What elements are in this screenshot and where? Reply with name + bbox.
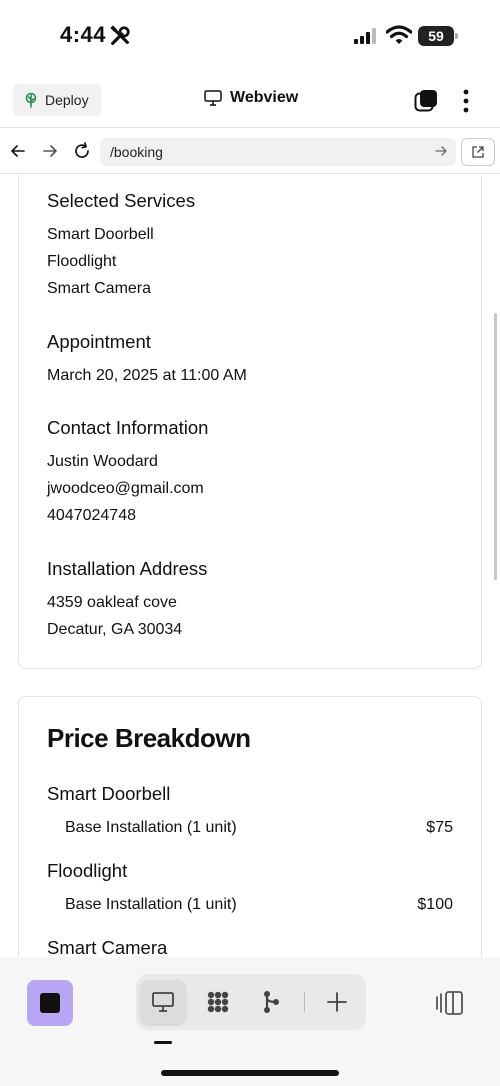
forward-arrow-icon[interactable]	[40, 141, 60, 161]
bottom-toolbar	[0, 957, 500, 1086]
view-switcher	[136, 974, 366, 1030]
address-heading: Installation Address	[47, 558, 208, 579]
signal-icon	[354, 28, 376, 44]
webview-tab-button[interactable]	[140, 980, 186, 1024]
price-item-price: $75	[426, 819, 453, 836]
open-external-icon	[472, 146, 484, 158]
price-item-line: Base Installation (1 unit)	[65, 896, 237, 913]
tabs-icon[interactable]	[414, 89, 438, 113]
contact-name: Justin Woodard	[47, 453, 158, 470]
appointment-value: March 20, 2025 at 11:00 AM	[47, 367, 247, 384]
price-item-price: $100	[417, 896, 453, 913]
monitor-icon	[204, 90, 222, 106]
deploy-label: Deploy	[45, 92, 89, 108]
booking-summary-card: Selected Services Smart Doorbell Floodli…	[18, 175, 482, 669]
panel-toggle-icon[interactable]	[435, 990, 465, 1016]
battery-icon: 59	[418, 26, 458, 46]
price-breakdown-card: Price Breakdown Smart Doorbell Base Inst…	[18, 696, 482, 957]
address-line1: 4359 oakleaf cove	[47, 594, 177, 611]
back-arrow-icon[interactable]	[8, 141, 28, 161]
branch-icon	[264, 991, 279, 1013]
app-header: Deploy Webview	[0, 72, 500, 128]
toolbar-divider	[304, 992, 305, 1012]
stop-button[interactable]	[27, 980, 73, 1026]
contact-heading: Contact Information	[47, 417, 209, 438]
tools-icon	[110, 25, 130, 45]
price-item-name: Smart Camera	[47, 937, 168, 957]
url-input[interactable]: /booking	[100, 138, 456, 166]
url-bar: /booking	[0, 129, 500, 174]
home-indicator[interactable]	[161, 1070, 339, 1076]
more-vertical-icon[interactable]	[456, 88, 476, 114]
address-line2: Decatur, GA 30034	[47, 621, 183, 638]
deploy-tree-icon	[25, 92, 37, 108]
list-item: Smart Camera	[47, 280, 152, 297]
stop-icon	[40, 993, 60, 1013]
git-branch-button[interactable]	[249, 980, 295, 1024]
selected-services-heading: Selected Services	[47, 190, 196, 211]
price-item-name: Floodlight	[47, 860, 128, 881]
list-item: Floodlight	[47, 253, 117, 270]
deploy-button[interactable]: Deploy	[13, 84, 101, 116]
price-item-name: Smart Doorbell	[47, 783, 171, 804]
appointment-heading: Appointment	[47, 331, 151, 352]
active-tab-indicator	[154, 1041, 172, 1044]
open-external-button[interactable]	[461, 138, 495, 166]
add-tab-button[interactable]	[314, 980, 360, 1024]
list-item: Smart Doorbell	[47, 226, 154, 243]
apps-grid-button[interactable]	[195, 980, 241, 1024]
page-title-text: Webview	[230, 89, 299, 106]
contact-phone: 4047024748	[47, 507, 136, 524]
reload-icon[interactable]	[72, 141, 92, 161]
monitor-icon	[152, 992, 174, 1012]
status-bar: 4:44 59	[0, 0, 500, 72]
go-arrow-icon[interactable]	[434, 144, 448, 158]
webview-content[interactable]: Selected Services Smart Doorbell Floodli…	[0, 175, 500, 957]
status-time: 4:44	[60, 22, 107, 47]
plus-icon	[327, 992, 347, 1012]
scrollbar[interactable]	[494, 313, 497, 580]
wifi-icon	[386, 25, 412, 44]
price-item-line: Base Installation (1 unit)	[65, 819, 237, 836]
page-title: Webview	[204, 89, 298, 107]
contact-email: jwoodceo@gmail.com	[47, 480, 204, 497]
dots-grid-icon	[207, 991, 229, 1013]
price-breakdown-title: Price Breakdown	[47, 723, 251, 753]
